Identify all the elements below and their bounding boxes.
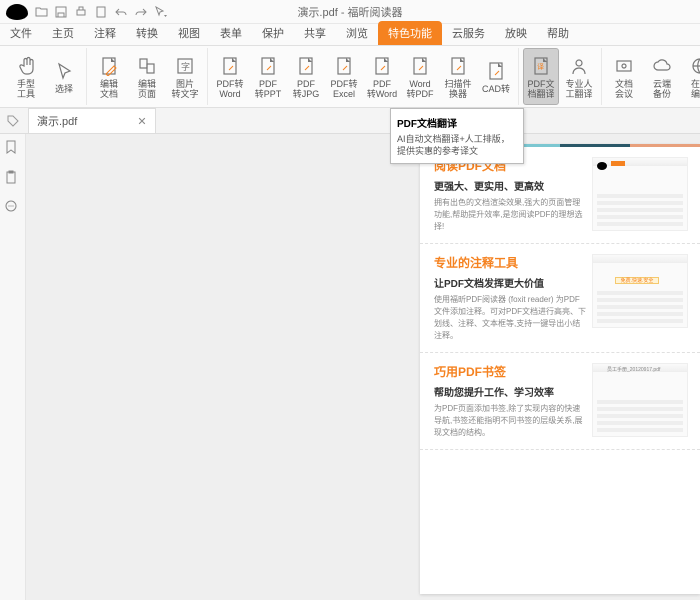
svg-text:字: 字: [181, 61, 190, 72]
menu-bar: 文件主页注释转换视图表单保护共享浏览特色功能云服务放映帮助: [0, 24, 700, 46]
comment-icon[interactable]: [5, 200, 21, 216]
section-subtitle: 更强大、更实用、更高效: [434, 178, 586, 193]
to-ppt-icon: [257, 55, 279, 77]
workspace: 阅读PDF文档更强大、更实用、更高效拥有出色的文档渲染效果,强大的页面管理功能,…: [0, 134, 700, 600]
page-canvas[interactable]: 阅读PDF文档更强大、更实用、更高效拥有出色的文档渲染效果,强大的页面管理功能,…: [26, 134, 700, 600]
menu-item-12[interactable]: 帮助: [537, 21, 579, 45]
ribbon-to-word2[interactable]: PDF 转Word: [364, 48, 400, 105]
undo-icon[interactable]: [114, 5, 128, 19]
ribbon-translate[interactable]: 译PDF文 档翻译: [523, 48, 559, 105]
ribbon-edit-doc[interactable]: 编辑 文档: [91, 48, 127, 105]
ribbon: 手型 工具选择编辑 文档编辑 页面字图片 转文字PDF转 WordPDF 转PP…: [0, 46, 700, 108]
section-body: 为PDF页面添加书签,除了实现内容的快速导航,书签还能指明不同书签的层级关系,展…: [434, 403, 586, 439]
ribbon-cad[interactable]: CAD转: [478, 48, 514, 105]
select-icon: [53, 60, 75, 82]
redo-icon[interactable]: [134, 5, 148, 19]
section-body: 拥有出色的文档渲染效果,强大的页面管理功能,帮助提升效率,是您阅读PDF的理想选…: [434, 197, 586, 233]
save-icon[interactable]: [54, 5, 68, 19]
meeting-icon: [613, 55, 635, 77]
ribbon-meeting[interactable]: 文档 会议: [606, 48, 642, 105]
cursor-dropdown-icon[interactable]: [154, 5, 168, 19]
page-section-2: 巧用PDF书签帮助您提升工作、学习效率为PDF页面添加书签,除了实现内容的快速导…: [420, 353, 700, 450]
ribbon-to-ppt[interactable]: PDF 转PPT: [250, 48, 286, 105]
thumbnail: 员工手册_20120917.pdf: [592, 363, 688, 437]
tooltip-body: AI自动文档翻译+人工排版，提供实惠的参考译文: [397, 133, 517, 157]
ribbon-hand[interactable]: 手型 工具: [8, 48, 44, 105]
cloud-icon: [651, 55, 673, 77]
pdf-page: 阅读PDF文档更强大、更实用、更高效拥有出色的文档渲染效果,强大的页面管理功能,…: [420, 144, 700, 594]
sidebar: [0, 134, 26, 600]
menu-item-2[interactable]: 注释: [84, 21, 126, 45]
ribbon-scan[interactable]: 扫描件 换器: [440, 48, 476, 105]
svg-text:译: 译: [537, 63, 544, 71]
print-icon[interactable]: [74, 5, 88, 19]
document-tab-bar: 演示.pdf ✕: [0, 108, 700, 134]
ribbon-edit-page[interactable]: 编辑 页面: [129, 48, 165, 105]
ribbon-to-jpg[interactable]: PDF 转JPG: [288, 48, 324, 105]
tooltip: PDF文档翻译 AI自动文档翻译+人工排版，提供实惠的参考译文: [390, 108, 524, 164]
tag-icon[interactable]: [6, 114, 20, 128]
new-icon[interactable]: [94, 5, 108, 19]
menu-item-0[interactable]: 文件: [0, 21, 42, 45]
menu-item-6[interactable]: 保护: [252, 21, 294, 45]
ribbon-to-word[interactable]: PDF转 Word: [212, 48, 248, 105]
scan-icon: [447, 55, 469, 77]
to-jpg-icon: [295, 55, 317, 77]
cad-icon: [485, 60, 507, 82]
close-icon[interactable]: ✕: [137, 115, 146, 128]
to-word2-icon: [371, 55, 393, 77]
ribbon-ocr[interactable]: 字图片 转文字: [167, 48, 203, 105]
menu-item-4[interactable]: 视图: [168, 21, 210, 45]
translate-icon: 译: [530, 55, 552, 77]
menu-item-8[interactable]: 浏览: [336, 21, 378, 45]
section-title: 巧用PDF书签: [434, 363, 586, 380]
from-word-icon: [409, 55, 431, 77]
app-logo: [6, 4, 28, 20]
section-subtitle: 帮助您提升工作、学习效率: [434, 384, 586, 399]
ribbon-from-word[interactable]: Word 转PDF: [402, 48, 438, 105]
ribbon-select[interactable]: 选择: [46, 48, 82, 105]
ribbon-online-edit[interactable]: 在线 编辑: [682, 48, 700, 105]
menu-item-7[interactable]: 共享: [294, 21, 336, 45]
edit-doc-icon: [98, 55, 120, 77]
open-icon[interactable]: [34, 5, 48, 19]
clipboard-icon[interactable]: [5, 170, 21, 186]
menu-item-11[interactable]: 放映: [495, 21, 537, 45]
menu-item-10[interactable]: 云服务: [442, 21, 495, 45]
to-xls-icon: [333, 55, 355, 77]
section-subtitle: 让PDF文档发挥更大价值: [434, 275, 586, 290]
document-tab[interactable]: 演示.pdf ✕: [28, 108, 156, 133]
menu-item-3[interactable]: 转换: [126, 21, 168, 45]
online-edit-icon: [689, 55, 700, 77]
menu-item-5[interactable]: 表单: [210, 21, 252, 45]
window-title: 演示.pdf - 福昕阅读器: [297, 4, 402, 20]
to-word-icon: [219, 55, 241, 77]
page-section-1: 专业的注释工具让PDF文档发挥更大价值使用福昕PDF阅读器 (foxit rea…: [420, 244, 700, 353]
section-body: 使用福昕PDF阅读器 (foxit reader) 为PDF文件添加注释。可对P…: [434, 294, 586, 342]
ribbon-cloud[interactable]: 云端 备份: [644, 48, 680, 105]
thumbnail: [592, 157, 688, 231]
menu-item-1[interactable]: 主页: [42, 21, 84, 45]
edit-page-icon: [136, 55, 158, 77]
menu-item-9[interactable]: 特色功能: [378, 21, 442, 45]
ocr-icon: 字: [174, 55, 196, 77]
human-trans-icon: [568, 55, 590, 77]
tab-label: 演示.pdf: [37, 113, 77, 129]
bookmark-icon[interactable]: [5, 140, 21, 156]
tooltip-title: PDF文档翻译: [397, 115, 517, 130]
section-title: 专业的注释工具: [434, 254, 586, 271]
ribbon-human-trans[interactable]: 专业人 工翻译: [561, 48, 597, 105]
ribbon-to-xls[interactable]: PDF转 Excel: [326, 48, 362, 105]
thumbnail: 免费.快速.安全: [592, 254, 688, 328]
hand-icon: [15, 55, 37, 77]
